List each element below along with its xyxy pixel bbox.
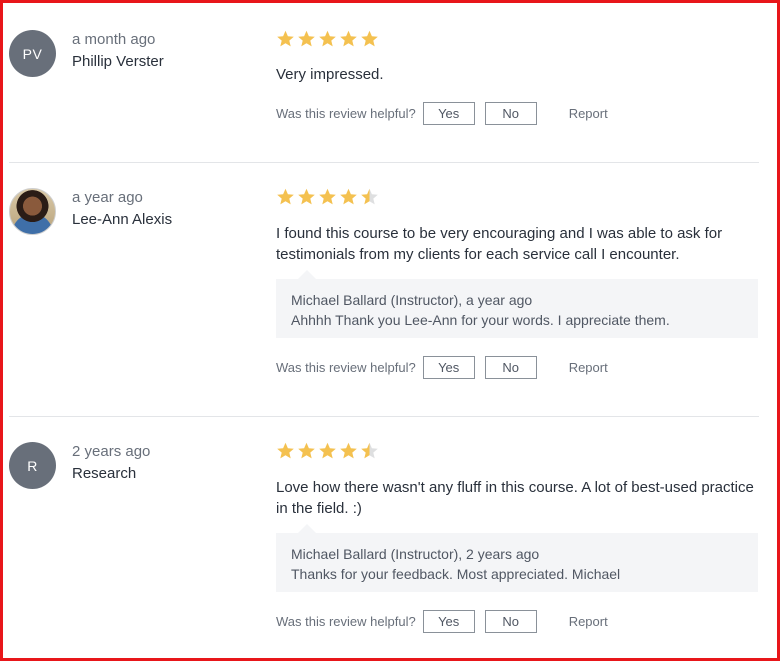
yes-button[interactable]: Yes bbox=[422, 102, 475, 125]
review-item: PV a month ago Phillip Verster Very impr… bbox=[9, 30, 759, 140]
review-text: I found this course to be very encouragi… bbox=[276, 225, 723, 263]
star-rating bbox=[276, 442, 379, 460]
yes-button[interactable]: Yes bbox=[422, 356, 475, 379]
helpful-prompt: Was this review helpful? bbox=[276, 106, 416, 121]
helpful-row: Was this review helpful? Yes No Report bbox=[276, 102, 608, 125]
divider bbox=[9, 162, 759, 163]
yes-button[interactable]: Yes bbox=[422, 610, 475, 633]
divider bbox=[9, 416, 759, 417]
star-rating bbox=[276, 30, 379, 48]
helpful-prompt: Was this review helpful? bbox=[276, 360, 416, 375]
star-full-icon bbox=[298, 30, 315, 47]
response-header: Michael Ballard (Instructor), 2 years ag… bbox=[291, 546, 540, 562]
no-button[interactable]: No bbox=[484, 610, 537, 633]
star-full-icon bbox=[319, 30, 336, 47]
review-time: 2 years ago bbox=[72, 443, 151, 460]
review-text: Love how there wasn't any fluff in this … bbox=[276, 479, 754, 517]
reviewer-name: Phillip Verster bbox=[72, 53, 164, 70]
helpful-prompt: Was this review helpful? bbox=[276, 614, 416, 629]
star-full-icon bbox=[277, 188, 294, 205]
helpful-row: Was this review helpful? Yes No Report bbox=[276, 610, 608, 633]
review-item: R 2 years ago Research Love how there wa… bbox=[9, 442, 759, 652]
no-button[interactable]: No bbox=[484, 356, 537, 379]
no-button[interactable]: No bbox=[484, 102, 537, 125]
response-text: Thanks for your feedback. Most appreciat… bbox=[291, 566, 621, 582]
report-link[interactable]: Report bbox=[569, 360, 608, 375]
star-full-icon bbox=[340, 442, 357, 459]
star-half-icon bbox=[361, 442, 378, 459]
star-half-icon bbox=[361, 188, 378, 205]
star-full-icon bbox=[298, 442, 315, 459]
avatar: PV bbox=[9, 30, 56, 77]
star-full-icon bbox=[340, 188, 357, 205]
star-full-icon bbox=[319, 188, 336, 205]
review-text: Very impressed. bbox=[276, 66, 384, 83]
response-text: Ahhhh Thank you Lee-Ann for your words. … bbox=[291, 312, 670, 328]
instructor-response: Michael Ballard (Instructor), a year ago… bbox=[276, 270, 758, 338]
report-link[interactable]: Report bbox=[569, 614, 608, 629]
reviewer-name: Lee-Ann Alexis bbox=[72, 211, 173, 228]
report-link[interactable]: Report bbox=[569, 106, 608, 121]
helpful-row: Was this review helpful? Yes No Report bbox=[276, 356, 608, 379]
reviewer-name: Research bbox=[72, 465, 137, 482]
star-full-icon bbox=[319, 442, 336, 459]
star-full-icon bbox=[277, 442, 294, 459]
instructor-response: Michael Ballard (Instructor), 2 years ag… bbox=[276, 524, 758, 592]
user-photo-avatar bbox=[9, 188, 56, 235]
review-item: a year ago Lee-Ann Alexis I found this c… bbox=[9, 188, 759, 398]
review-time: a month ago bbox=[72, 31, 156, 48]
review-time: a year ago bbox=[72, 189, 143, 206]
avatar: R bbox=[9, 442, 56, 489]
star-full-icon bbox=[298, 188, 315, 205]
star-full-icon bbox=[277, 30, 294, 47]
star-full-icon bbox=[340, 30, 357, 47]
star-full-icon bbox=[361, 30, 378, 47]
star-rating bbox=[276, 188, 379, 206]
response-header: Michael Ballard (Instructor), a year ago bbox=[291, 292, 533, 308]
